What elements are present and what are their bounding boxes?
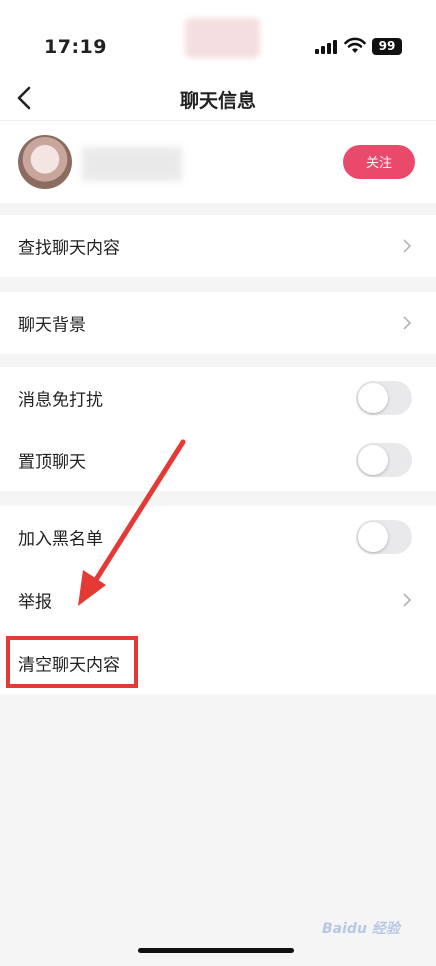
report-label: 举报 — [18, 592, 52, 613]
background-group: 聊天背景 — [0, 292, 436, 354]
status-bar: 17:19 99 — [0, 0, 436, 76]
blurred-username — [82, 147, 182, 181]
mute-row: 消息免打扰 — [0, 367, 436, 429]
chevron-right-icon — [403, 316, 412, 330]
cellular-signal-icon — [315, 40, 339, 54]
chat-background-row[interactable]: 聊天背景 — [0, 292, 436, 354]
profile-row[interactable]: 关注 — [0, 120, 436, 203]
watermark: Baidu 经验 — [322, 921, 400, 937]
pin-chat-toggle[interactable] — [356, 443, 412, 477]
wifi-icon — [344, 37, 366, 53]
avatar[interactable] — [18, 135, 72, 189]
find-chat-row[interactable]: 查找聊天内容 — [0, 215, 436, 277]
blacklist-toggle[interactable] — [356, 520, 412, 554]
report-row[interactable]: 举报 — [0, 568, 436, 632]
home-indicator — [138, 948, 294, 953]
chat-background-label: 聊天背景 — [18, 315, 86, 336]
pin-chat-row: 置顶聊天 — [0, 429, 436, 491]
follow-button[interactable]: 关注 — [343, 145, 415, 179]
blurred-region — [185, 18, 260, 58]
mute-label: 消息免打扰 — [18, 390, 103, 411]
mute-toggle[interactable] — [356, 381, 412, 415]
blacklist-row: 加入黑名单 — [0, 506, 436, 568]
find-chat-label: 查找聊天内容 — [18, 238, 120, 259]
status-time: 17:19 — [44, 36, 107, 58]
pin-chat-label: 置顶聊天 — [18, 452, 86, 473]
battery-icon: 99 — [372, 38, 402, 55]
blacklist-label: 加入黑名单 — [18, 529, 103, 550]
annotation-highlight-box — [6, 636, 138, 688]
notification-group: 消息免打扰 置顶聊天 — [0, 367, 436, 491]
navigation-bar: 聊天信息 — [0, 76, 436, 120]
page-title: 聊天信息 — [179, 90, 256, 112]
chevron-right-icon — [403, 593, 412, 607]
find-chat-group: 查找聊天内容 — [0, 215, 436, 277]
chevron-right-icon — [403, 239, 412, 253]
